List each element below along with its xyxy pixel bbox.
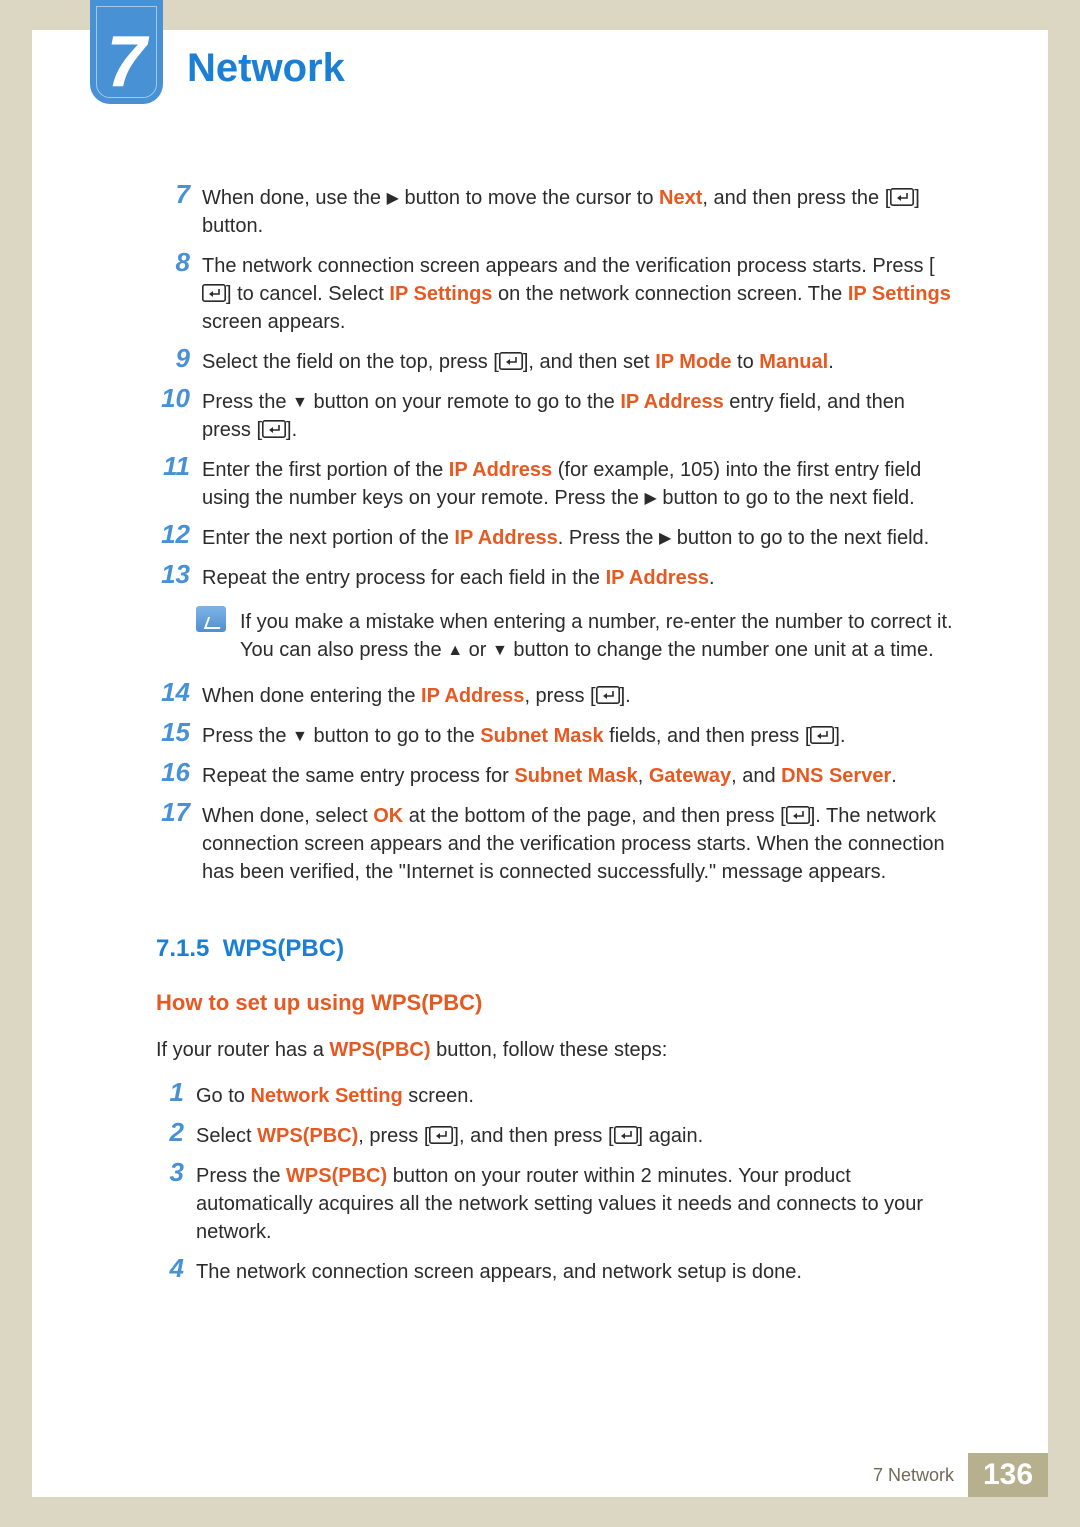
step-text: The network connection screen appears, a… — [196, 1254, 958, 1286]
step-item: 12Enter the next portion of the IP Addre… — [156, 520, 958, 552]
step-number: 8 — [156, 248, 202, 336]
highlight-term: Network Setting — [250, 1085, 402, 1107]
highlight-term: Manual — [759, 351, 828, 373]
step-number: 10 — [156, 384, 202, 444]
enter-icon — [596, 686, 620, 704]
triangle-icon: ▶ — [387, 188, 399, 210]
step-item: 2Select WPS(PBC), press [], and then pre… — [156, 1118, 958, 1150]
highlight-term: WPS(PBC) — [257, 1125, 358, 1147]
section-subheading: How to set up using WPS(PBC) — [156, 988, 958, 1019]
footer-crumb: 7 Network — [873, 1453, 968, 1497]
enter-icon — [890, 188, 914, 206]
footer-crumb-num: 7 — [873, 1465, 883, 1486]
step-text: Enter the next portion of the IP Address… — [202, 520, 958, 552]
step-text: Repeat the entry process for each field … — [202, 560, 958, 592]
step-number: 9 — [156, 344, 202, 376]
note-block: If you make a mistake when entering a nu… — [196, 606, 958, 664]
highlight-term: WPS(PBC) — [329, 1039, 430, 1061]
step-text: Go to Network Setting screen. — [196, 1078, 958, 1110]
enter-icon — [786, 806, 810, 824]
highlight-term: DNS Server — [781, 765, 891, 787]
step-text: Enter the first portion of the IP Addres… — [202, 452, 958, 512]
step-item: 15Press the ▼ button to go to the Subnet… — [156, 718, 958, 750]
note-icon — [196, 606, 232, 664]
step-item: 3Press the WPS(PBC) button on your route… — [156, 1158, 958, 1246]
step-text: Select WPS(PBC), press [], and then pres… — [196, 1118, 958, 1150]
enter-icon — [262, 420, 286, 438]
triangle-icon: ▼ — [292, 392, 308, 414]
step-text: When done, select OK at the bottom of th… — [202, 798, 958, 886]
step-number: 12 — [156, 520, 202, 552]
step-number: 7 — [156, 180, 202, 240]
step-item: 13Repeat the entry process for each fiel… — [156, 560, 958, 592]
highlight-term: IP Address — [421, 685, 524, 707]
chapter-tab: 7 — [90, 0, 163, 104]
highlight-term: IP Settings — [848, 283, 951, 305]
triangle-icon: ▶ — [644, 488, 656, 510]
highlight-term: IP Address — [620, 391, 723, 413]
step-text: When done, use the ▶ button to move the … — [202, 180, 958, 240]
step-text: Select the field on the top, press [], a… — [202, 344, 958, 376]
step-item: 7When done, use the ▶ button to move the… — [156, 180, 958, 240]
step-number: 4 — [156, 1254, 196, 1286]
triangle-icon: ▶ — [659, 528, 671, 550]
step-number: 11 — [156, 452, 202, 512]
step-number: 17 — [156, 798, 202, 886]
chapter-title: Network — [187, 46, 345, 91]
step-number: 3 — [156, 1158, 196, 1246]
step-number: 15 — [156, 718, 202, 750]
enter-icon — [202, 284, 226, 302]
wps-intro: If your router has a WPS(PBC) button, fo… — [156, 1036, 958, 1064]
highlight-term: Next — [659, 187, 702, 209]
page-footer: 7 Network 136 — [873, 1453, 1048, 1497]
step-text: When done entering the IP Address, press… — [202, 678, 958, 710]
step-item: 11Enter the first portion of the IP Addr… — [156, 452, 958, 512]
step-number: 13 — [156, 560, 202, 592]
section-number: 7.1.5 — [156, 935, 209, 962]
step-text: Press the WPS(PBC) button on your router… — [196, 1158, 958, 1246]
step-item: 16Repeat the same entry process for Subn… — [156, 758, 958, 790]
step-number: 1 — [156, 1078, 196, 1110]
highlight-term: OK — [373, 805, 403, 827]
step-number: 14 — [156, 678, 202, 710]
highlight-term: IP Settings — [389, 283, 492, 305]
highlight-term: Gateway — [649, 765, 731, 787]
highlight-term: IP Address — [449, 459, 552, 481]
step-item: 14When done entering the IP Address, pre… — [156, 678, 958, 710]
highlight-term: IP Address — [454, 527, 557, 549]
page-number: 136 — [968, 1453, 1048, 1497]
step-item: 9Select the field on the top, press [], … — [156, 344, 958, 376]
chapter-number: 7 — [106, 26, 146, 98]
step-item: 10Press the ▼ button on your remote to g… — [156, 384, 958, 444]
triangle-icon: ▼ — [292, 726, 308, 748]
highlight-term: WPS(PBC) — [286, 1165, 387, 1187]
enter-icon — [499, 352, 523, 370]
triangle-icon: ▲ — [447, 640, 463, 662]
step-item: 8The network connection screen appears a… — [156, 248, 958, 336]
highlight-term: IP Mode — [655, 351, 731, 373]
step-item: 4The network connection screen appears, … — [156, 1254, 958, 1286]
highlight-term: Subnet Mask — [480, 725, 603, 747]
enter-icon — [429, 1126, 453, 1144]
step-text: The network connection screen appears an… — [202, 248, 958, 336]
content-area: 7When done, use the ▶ button to move the… — [156, 180, 958, 1294]
triangle-icon: ▼ — [492, 640, 508, 662]
page: 7 Network 7When done, use the ▶ button t… — [32, 30, 1048, 1497]
enter-icon — [810, 726, 834, 744]
step-item: 1Go to Network Setting screen. — [156, 1078, 958, 1110]
section-heading: 7.1.5 WPS(PBC) — [156, 932, 958, 966]
section-title: WPS(PBC) — [223, 935, 344, 962]
enter-icon — [614, 1126, 638, 1144]
footer-crumb-title: Network — [888, 1465, 954, 1486]
step-text: Press the ▼ button on your remote to go … — [202, 384, 958, 444]
note-text: If you make a mistake when entering a nu… — [240, 606, 958, 664]
highlight-term: IP Address — [606, 567, 709, 589]
step-number: 2 — [156, 1118, 196, 1150]
step-number: 16 — [156, 758, 202, 790]
highlight-term: Subnet Mask — [514, 765, 637, 787]
step-text: Press the ▼ button to go to the Subnet M… — [202, 718, 958, 750]
step-item: 17When done, select OK at the bottom of … — [156, 798, 958, 886]
step-text: Repeat the same entry process for Subnet… — [202, 758, 958, 790]
